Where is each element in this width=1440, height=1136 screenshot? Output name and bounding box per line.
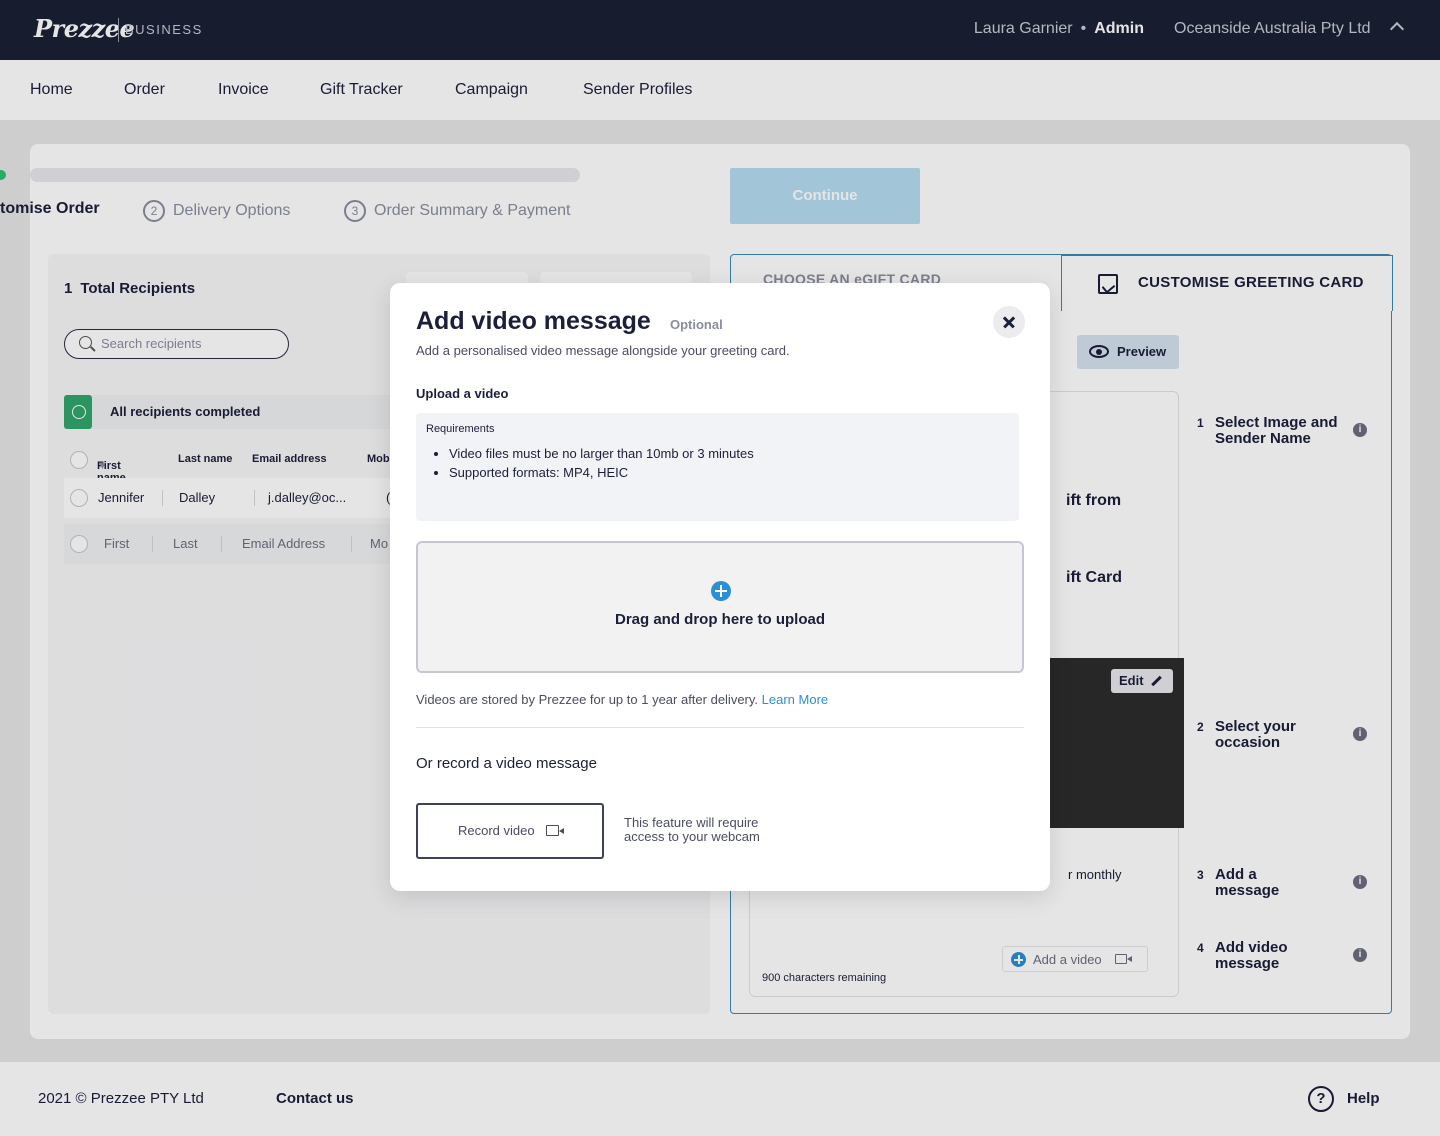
learn-more-link[interactable]: Learn More (762, 692, 828, 707)
modal-title: Add video message (416, 307, 651, 335)
add-video-modal: Add video message Optional Add a persona… (390, 283, 1050, 891)
close-icon[interactable] (993, 306, 1025, 338)
optional-badge: Optional (670, 317, 723, 332)
modal-subtitle: Add a personalised video message alongsi… (416, 343, 790, 358)
plus-circle-icon (711, 581, 731, 601)
requirement-item: Supported formats: MP4, HEIC (449, 465, 754, 480)
storage-note: Videos are stored by Prezzee for up to 1… (416, 692, 828, 707)
requirements-heading: Requirements (426, 423, 495, 435)
record-video-label: Record video (458, 823, 535, 838)
storage-note-text: Videos are stored by Prezzee for up to 1… (416, 692, 759, 707)
requirement-item: Video files must be no larger than 10mb … (449, 446, 754, 461)
divider (416, 727, 1024, 728)
video-dropzone[interactable]: Drag and drop here to upload (416, 541, 1024, 673)
upload-heading: Upload a video (416, 386, 509, 401)
requirements-box: Requirements Video files must be no larg… (416, 413, 1019, 521)
requirements-list: Video files must be no larger than 10mb … (449, 446, 754, 484)
dropzone-label: Drag and drop here to upload (614, 611, 825, 628)
record-video-button[interactable]: Record video (416, 803, 604, 859)
video-camera-icon (546, 825, 564, 836)
record-heading: Or record a video message (416, 755, 597, 772)
webcam-note: This feature will require access to your… (624, 815, 760, 844)
